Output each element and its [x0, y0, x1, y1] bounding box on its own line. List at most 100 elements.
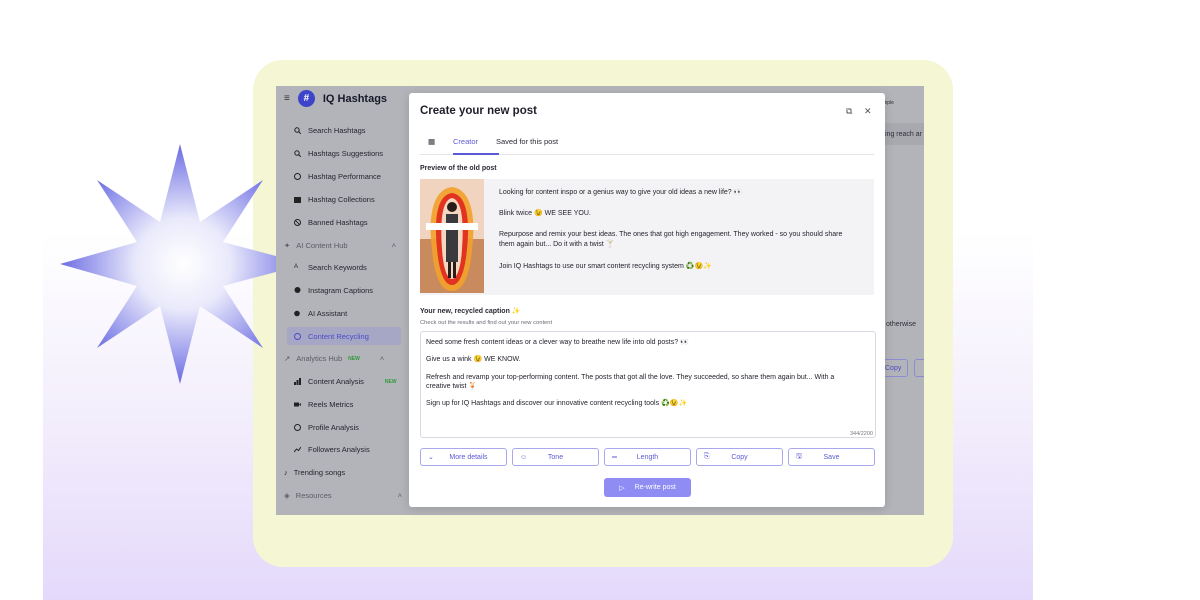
sidebar-item-search-keywords[interactable]: A Search Keywords	[294, 263, 367, 272]
profile-icon	[294, 424, 301, 431]
bg-fragment-reach: ing reach ar	[885, 131, 922, 138]
section-label: AI Content Hub	[296, 241, 348, 250]
analytics-icon: ↗	[284, 354, 291, 363]
expand-icon[interactable]: ⧉	[846, 106, 852, 117]
close-icon[interactable]: ✕	[864, 106, 872, 117]
resources-icon: ◈	[284, 491, 290, 500]
caption-sublabel: Check out the results and find out your …	[420, 320, 553, 326]
bg-fragment-copy: Copy	[885, 365, 902, 372]
recycle-icon	[294, 333, 301, 340]
more-details-button[interactable]: ⌄ More details	[420, 448, 507, 466]
sidebar-section-analytics[interactable]: ↗ Analytics Hub NEW ˄	[284, 354, 384, 363]
tab-saved[interactable]: Saved for this post	[496, 137, 558, 146]
sidebar-item-profile-analysis[interactable]: Profile Analysis	[294, 423, 359, 432]
save-button[interactable]: 🖫 Save	[788, 448, 875, 466]
star-decoration	[60, 144, 306, 384]
new-caption-textarea[interactable]: Need some fresh content ideas or a cleve…	[420, 331, 876, 438]
assistant-icon	[294, 310, 301, 317]
preview-label: Preview of the old post	[420, 165, 497, 172]
trend-icon	[293, 446, 302, 453]
sidebar-item-hashtags-suggestions[interactable]: Hashtags Suggestions	[294, 149, 383, 158]
old-post-line-3b: them again but... Do it with a twist 🍸	[499, 241, 615, 248]
sidebar-item-followers-analysis[interactable]: Followers Analysis	[293, 445, 370, 454]
old-post-line-4: Join IQ Hashtags to use our smart conten…	[499, 263, 712, 270]
gauge-icon	[294, 173, 301, 180]
sidebar-item-label: Profile Analysis	[308, 423, 359, 432]
button-label: Re-write post	[634, 484, 676, 491]
sparkle-icon: ✦	[284, 241, 291, 250]
new-badge: NEW	[348, 355, 360, 362]
bg-fragment-otherwise: otherwise	[886, 321, 916, 328]
keyword-icon: A	[294, 264, 299, 270]
caption-icon	[294, 287, 301, 294]
qr-icon[interactable]: ▦	[428, 137, 435, 146]
new-badge: NEW	[384, 378, 397, 385]
bg-button-fragment	[914, 359, 924, 377]
section-label: Analytics Hub	[296, 354, 343, 363]
copy-button[interactable]: ⎘ Copy	[696, 448, 783, 466]
button-label: Tone	[547, 453, 564, 461]
sidebar-item-label: AI Assistant	[308, 309, 348, 318]
music-icon: ♪	[284, 468, 288, 477]
chevron-up-icon: ˄	[379, 354, 385, 363]
sidebar-section-resources[interactable]: ◈ Resources ˄	[284, 491, 402, 500]
chevron-up-icon: ˄	[397, 491, 403, 500]
zoom-icon	[294, 150, 302, 158]
old-post-line-2: Blink twice 😉 WE SEE YOU.	[499, 210, 591, 217]
folder-icon	[294, 196, 301, 203]
caption-line-4: Sign up for IQ Hashtags and discover our…	[426, 400, 688, 407]
caption-line-3a: Refresh and revamp your top-performing c…	[426, 374, 835, 381]
sidebar-item-content-recycling[interactable]: Content Recycling	[294, 332, 369, 341]
sidebar-item-ai-assistant[interactable]: AI Assistant	[294, 309, 347, 318]
character-counter: 344/2200	[850, 431, 873, 437]
search-icon	[294, 127, 302, 135]
modal-title: Create your new post	[420, 105, 537, 117]
button-label: More details	[449, 453, 488, 461]
old-post-line-1: Looking for content inspo or a genius wa…	[499, 189, 743, 196]
rewrite-post-button[interactable]: ▷ Re-write post	[604, 478, 691, 497]
ban-icon	[294, 219, 301, 226]
thumbnail-image	[420, 179, 484, 293]
old-post-line-3a: Repurpose and remix your best ideas. The…	[499, 231, 843, 238]
sidebar-section-ai[interactable]: ✦ AI Content Hub ˄	[284, 241, 396, 250]
modal-tabs: ▦ Creator Saved for this post	[420, 130, 874, 155]
button-label: Save	[823, 453, 840, 461]
active-tab-indicator	[453, 153, 499, 155]
old-post-preview: Looking for content inspo or a genius wa…	[420, 179, 874, 295]
caption-line-3b: creative twist 🍹	[426, 383, 478, 390]
create-post-modal: Create your new post ⧉ ✕ ▦ Creator Saved…	[409, 93, 885, 507]
sidebar-item-label: Hashtags Suggestions	[308, 149, 384, 158]
sidebar-item-label: Trending songs	[293, 468, 346, 477]
play-icon: ▷	[619, 484, 625, 492]
sidebar-item-trending-songs[interactable]: ♪ Trending songs	[284, 468, 345, 477]
sidebar-item-label: Instagram Captions	[308, 286, 374, 295]
sidebar-item-label: Hashtag Performance	[308, 172, 381, 181]
button-label: Copy	[731, 453, 748, 461]
sidebar-item-search-hashtags[interactable]: Search Hashtags	[294, 126, 366, 135]
chevron-up-icon: ˄	[391, 241, 396, 250]
sidebar-item-label: Hashtag Collections	[308, 195, 375, 204]
sidebar-item-label: Content Analysis	[308, 377, 364, 386]
tab-creator[interactable]: Creator	[453, 137, 478, 146]
sidebar-item-label: Content Recycling	[308, 332, 369, 341]
sidebar-item-banned-hashtags[interactable]: Banned Hashtags	[294, 218, 368, 227]
chart-icon	[294, 378, 301, 385]
sidebar-item-reels-metrics[interactable]: Reels Metrics	[294, 400, 353, 409]
sidebar-item-content-analysis[interactable]: Content Analysis NEW	[294, 377, 397, 386]
sidebar-item-label: Reels Metrics	[308, 400, 354, 409]
post-thumbnail	[420, 179, 484, 293]
sidebar-item-instagram-captions[interactable]: Instagram Captions	[294, 286, 373, 295]
caption-line-2: Give us a wink 😉 WE KNOW.	[426, 356, 521, 363]
sidebar-item-hashtag-collections[interactable]: Hashtag Collections	[294, 195, 375, 204]
caption-line-1: Need some fresh content ideas or a cleve…	[426, 339, 689, 346]
tone-button[interactable]: ☺ Tone	[512, 448, 599, 466]
sidebar-item-label: Search Hashtags	[308, 126, 366, 135]
sidebar-item-label: Followers Analysis	[308, 445, 370, 454]
section-label: Resources	[295, 491, 332, 500]
sidebar-item-hashtag-performance[interactable]: Hashtag Performance	[294, 172, 381, 181]
sidebar: Search Hashtags Hashtags Suggestions Has…	[276, 86, 408, 515]
length-button[interactable]: ═ Length	[604, 448, 691, 466]
caption-label: Your new, recycled caption ✨	[420, 308, 521, 315]
video-icon	[294, 401, 301, 408]
sidebar-item-label: Search Keywords	[308, 263, 367, 272]
